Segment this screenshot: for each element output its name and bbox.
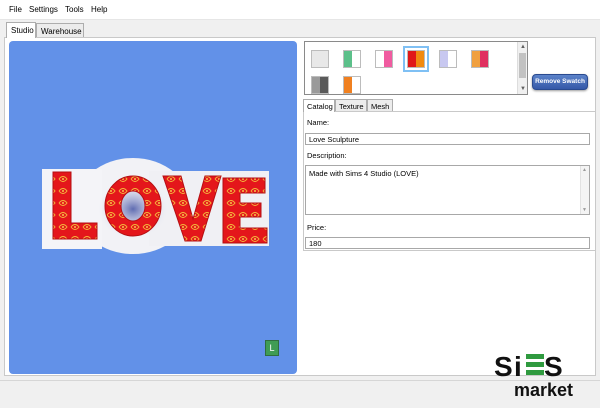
menu-file[interactable]: File bbox=[9, 5, 22, 14]
swatch-1[interactable] bbox=[311, 50, 329, 68]
swatch-5[interactable] bbox=[439, 50, 457, 68]
swatch-6[interactable] bbox=[471, 50, 489, 68]
menu-tools[interactable]: Tools bbox=[65, 5, 84, 14]
price-label: Price: bbox=[307, 223, 327, 232]
corner-badge: L bbox=[265, 340, 279, 356]
remove-swatch-button[interactable]: Remove Swatch bbox=[532, 74, 588, 90]
tab-warehouse[interactable]: Warehouse bbox=[36, 23, 84, 38]
svg-text:S: S bbox=[494, 351, 513, 382]
desc-scroll-down-icon[interactable]: ▼ bbox=[582, 207, 587, 213]
name-label: Name: bbox=[307, 118, 330, 127]
tab-studio[interactable]: Studio bbox=[6, 22, 36, 38]
description-scrollbar[interactable]: ▲ ▼ bbox=[580, 166, 589, 214]
sims-market-watermark-logo: S i S market bbox=[492, 350, 594, 402]
description-field[interactable]: Made with Sims 4 Studio (LOVE) ▲ ▼ bbox=[305, 165, 590, 215]
tab-catalog[interactable]: Catalog bbox=[303, 99, 335, 112]
svg-text:market: market bbox=[514, 380, 573, 400]
description-label: Description: bbox=[307, 151, 347, 160]
svg-text:S: S bbox=[544, 351, 563, 382]
description-text: Made with Sims 4 Studio (LOVE) bbox=[309, 169, 419, 178]
scroll-thumb[interactable] bbox=[519, 53, 526, 78]
swatch-list: ▲ ▼ bbox=[304, 41, 528, 95]
menu-help[interactable]: Help bbox=[91, 5, 107, 14]
menu-bar: File Settings Tools Help bbox=[0, 0, 600, 20]
scroll-up-icon[interactable]: ▲ bbox=[518, 42, 528, 52]
swatch-4-selected[interactable] bbox=[403, 46, 429, 72]
desc-scroll-up-icon[interactable]: ▲ bbox=[582, 167, 587, 173]
name-field[interactable]: Love Sculpture bbox=[305, 133, 590, 145]
3d-viewport[interactable]: L bbox=[9, 41, 297, 374]
swatch-scrollbar[interactable]: ▲ ▼ bbox=[517, 42, 527, 94]
swatch-2[interactable] bbox=[343, 50, 361, 68]
scroll-down-icon[interactable]: ▼ bbox=[518, 84, 528, 94]
swatch-3[interactable] bbox=[375, 50, 393, 68]
menu-settings[interactable]: Settings bbox=[29, 5, 58, 14]
swatch-7[interactable] bbox=[311, 76, 329, 94]
svg-text:i: i bbox=[514, 351, 522, 382]
love-sculpture-render bbox=[42, 158, 269, 254]
price-field[interactable]: 180 bbox=[305, 237, 590, 249]
swatch-8[interactable] bbox=[343, 76, 361, 94]
